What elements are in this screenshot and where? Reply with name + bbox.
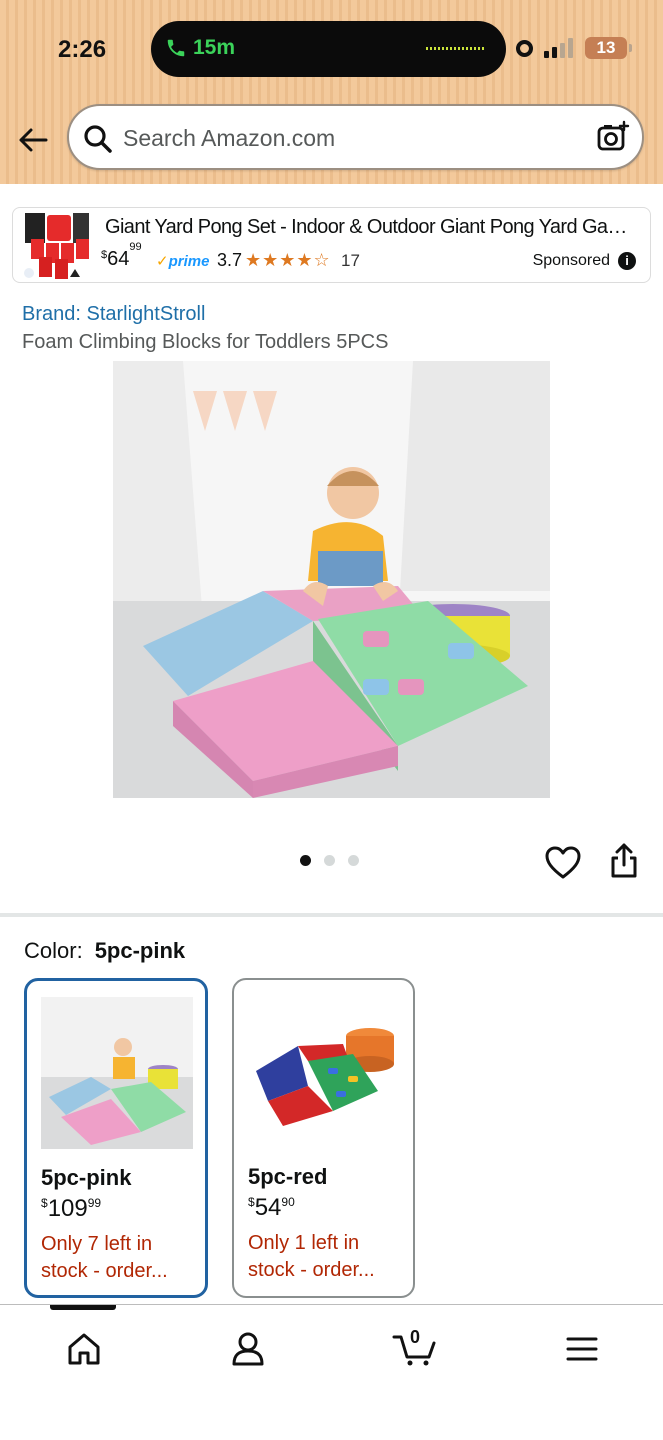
star-rating-icon: ★★★★☆	[245, 250, 331, 270]
ad-rating-value: 3.7	[217, 250, 243, 270]
search-bar[interactable]	[67, 104, 644, 170]
color-option-5pc-red[interactable]: 5pc-red $5490 Only 1 left in stock - ord…	[232, 978, 415, 1298]
search-input[interactable]	[123, 120, 583, 156]
color-option-name: 5pc-red	[248, 1164, 328, 1189]
carousel-dot[interactable]	[324, 855, 335, 866]
stock-warning: Only 1 left in stock - order...	[248, 1232, 375, 1281]
color-option-5pc-pink[interactable]: 5pc-pink $10999 Only 7 left in stock - o…	[24, 978, 208, 1298]
battery-icon: 13	[585, 37, 632, 59]
call-duration: 15m	[193, 36, 236, 59]
ad-product-thumbnail	[21, 211, 93, 281]
sponsored-ad-banner[interactable]: Giant Yard Pong Set - Indoor & Outdoor G…	[12, 207, 651, 283]
color-option-price: $10999	[41, 1195, 102, 1222]
section-divider	[0, 913, 663, 917]
dynamic-island-call[interactable]: 15m	[151, 21, 506, 77]
heart-icon[interactable]	[545, 846, 581, 880]
stock-warning: Only 7 left in stock - order...	[41, 1233, 168, 1282]
phone-icon	[167, 39, 185, 57]
brand-link[interactable]: Brand: StarlightStroll	[22, 303, 205, 326]
color-option-price: $5490	[248, 1194, 295, 1221]
ad-review-count: 17	[341, 251, 360, 270]
ad-price: $6499	[101, 241, 142, 270]
recording-indicator-icon	[516, 40, 533, 57]
status-time: 2:26	[58, 36, 107, 63]
product-main-image[interactable]	[113, 361, 550, 798]
color-option-thumbnail	[248, 996, 400, 1148]
cellular-signal-icon	[544, 38, 573, 58]
prime-check-icon: ✓	[156, 253, 169, 270]
carousel-dot[interactable]	[300, 855, 311, 866]
header: 2:26 15m 13	[0, 0, 663, 184]
color-option-name: 5pc-pink	[41, 1165, 132, 1190]
color-option-thumbnail	[41, 997, 193, 1149]
carousel-dot[interactable]	[348, 855, 359, 866]
info-icon[interactable]: i	[618, 252, 636, 270]
ad-title[interactable]: Giant Yard Pong Set - Indoor & Outdoor G…	[105, 216, 643, 239]
camera-search-icon[interactable]	[596, 120, 630, 154]
product-title: Foam Climbing Blocks for Toddlers 5PCS	[22, 331, 389, 353]
share-icon[interactable]	[608, 843, 640, 879]
bottom-navigation: 0	[0, 1304, 663, 1440]
back-arrow-icon[interactable]	[16, 123, 50, 157]
search-icon	[84, 125, 112, 153]
cart-count: 0	[410, 1327, 421, 1347]
color-label: Color: 5pc-pink	[24, 938, 186, 963]
selected-color-name: 5pc-pink	[94, 938, 186, 963]
audio-wave-icon	[426, 47, 486, 50]
account-icon[interactable]	[228, 1331, 268, 1367]
active-tab-indicator	[50, 1305, 116, 1310]
home-icon[interactable]	[64, 1331, 104, 1367]
prime-badge: ✓prime	[156, 253, 210, 270]
menu-icon[interactable]	[562, 1331, 602, 1367]
sponsored-label: Sponsored	[532, 252, 610, 269]
